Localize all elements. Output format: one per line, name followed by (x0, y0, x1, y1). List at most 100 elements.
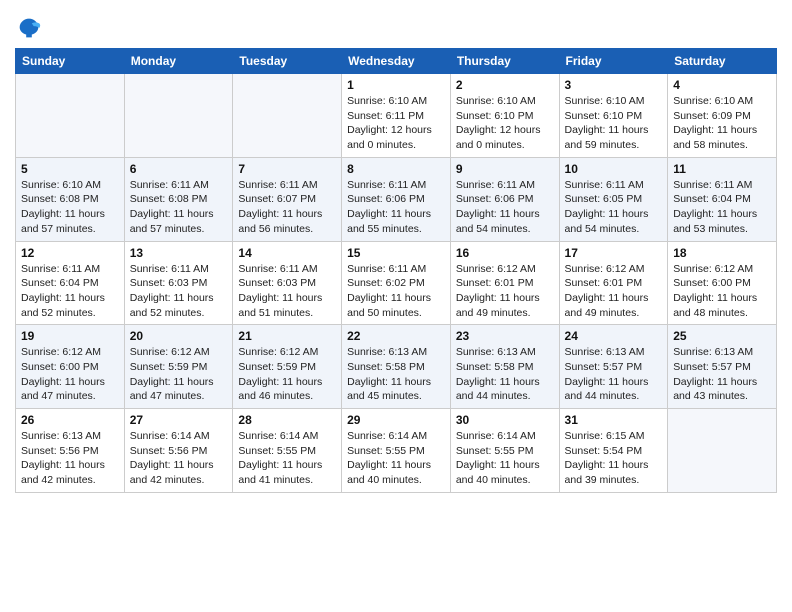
day-info: Sunrise: 6:11 AMSunset: 6:06 PMDaylight:… (347, 178, 445, 237)
day-info: Sunrise: 6:11 AMSunset: 6:04 PMDaylight:… (673, 178, 771, 237)
calendar-cell: 23 Sunrise: 6:13 AMSunset: 5:58 PMDayligh… (450, 325, 559, 409)
day-info: Sunrise: 6:10 AMSunset: 6:09 PMDaylight:… (673, 94, 771, 153)
day-number: 22 (347, 329, 445, 343)
day-info: Sunrise: 6:14 AMSunset: 5:56 PMDaylight:… (130, 429, 228, 488)
day-info: Sunrise: 6:15 AMSunset: 5:54 PMDaylight:… (565, 429, 663, 488)
day-number: 9 (456, 162, 554, 176)
calendar-header-row: SundayMondayTuesdayWednesdayThursdayFrid… (16, 49, 777, 74)
day-number: 11 (673, 162, 771, 176)
calendar-cell: 9 Sunrise: 6:11 AMSunset: 6:06 PMDaylight… (450, 157, 559, 241)
day-info: Sunrise: 6:13 AMSunset: 5:58 PMDaylight:… (456, 345, 554, 404)
day-number: 23 (456, 329, 554, 343)
weekday-header-friday: Friday (559, 49, 668, 74)
header (15, 10, 777, 42)
calendar-cell: 2 Sunrise: 6:10 AMSunset: 6:10 PMDaylight… (450, 74, 559, 158)
calendar-cell: 29 Sunrise: 6:14 AMSunset: 5:55 PMDayligh… (342, 409, 451, 493)
calendar-cell: 11 Sunrise: 6:11 AMSunset: 6:04 PMDayligh… (668, 157, 777, 241)
calendar-cell (668, 409, 777, 493)
day-info: Sunrise: 6:13 AMSunset: 5:57 PMDaylight:… (673, 345, 771, 404)
calendar-cell: 27 Sunrise: 6:14 AMSunset: 5:56 PMDayligh… (124, 409, 233, 493)
calendar-cell: 4 Sunrise: 6:10 AMSunset: 6:09 PMDaylight… (668, 74, 777, 158)
calendar-week-2: 5 Sunrise: 6:10 AMSunset: 6:08 PMDaylight… (16, 157, 777, 241)
calendar-cell (124, 74, 233, 158)
day-number: 24 (565, 329, 663, 343)
day-number: 4 (673, 78, 771, 92)
day-number: 19 (21, 329, 119, 343)
calendar-cell: 5 Sunrise: 6:10 AMSunset: 6:08 PMDaylight… (16, 157, 125, 241)
day-info: Sunrise: 6:14 AMSunset: 5:55 PMDaylight:… (238, 429, 336, 488)
calendar-cell: 1 Sunrise: 6:10 AMSunset: 6:11 PMDaylight… (342, 74, 451, 158)
day-info: Sunrise: 6:11 AMSunset: 6:07 PMDaylight:… (238, 178, 336, 237)
calendar-cell: 18 Sunrise: 6:12 AMSunset: 6:00 PMDayligh… (668, 241, 777, 325)
calendar-cell: 25 Sunrise: 6:13 AMSunset: 5:57 PMDayligh… (668, 325, 777, 409)
day-number: 27 (130, 413, 228, 427)
day-number: 20 (130, 329, 228, 343)
day-info: Sunrise: 6:11 AMSunset: 6:05 PMDaylight:… (565, 178, 663, 237)
day-info: Sunrise: 6:11 AMSunset: 6:04 PMDaylight:… (21, 262, 119, 321)
calendar-cell: 31 Sunrise: 6:15 AMSunset: 5:54 PMDayligh… (559, 409, 668, 493)
weekday-header-thursday: Thursday (450, 49, 559, 74)
day-info: Sunrise: 6:12 AMSunset: 6:01 PMDaylight:… (456, 262, 554, 321)
day-number: 8 (347, 162, 445, 176)
day-number: 17 (565, 246, 663, 260)
day-info: Sunrise: 6:10 AMSunset: 6:10 PMDaylight:… (565, 94, 663, 153)
day-number: 10 (565, 162, 663, 176)
page: SundayMondayTuesdayWednesdayThursdayFrid… (0, 0, 792, 508)
calendar-cell: 3 Sunrise: 6:10 AMSunset: 6:10 PMDaylight… (559, 74, 668, 158)
calendar-cell: 21Sunrise: 6:12 AMSunset: 5:59 PMDayligh… (233, 325, 342, 409)
calendar-cell: 10 Sunrise: 6:11 AMSunset: 6:05 PMDayligh… (559, 157, 668, 241)
day-number: 5 (21, 162, 119, 176)
calendar-cell: 24 Sunrise: 6:13 AMSunset: 5:57 PMDayligh… (559, 325, 668, 409)
calendar-cell: 26Sunrise: 6:13 AMSunset: 5:56 PMDayligh… (16, 409, 125, 493)
calendar-cell: 17 Sunrise: 6:12 AMSunset: 6:01 PMDayligh… (559, 241, 668, 325)
weekday-header-sunday: Sunday (16, 49, 125, 74)
day-number: 29 (347, 413, 445, 427)
logo-icon (15, 14, 43, 42)
weekday-header-monday: Monday (124, 49, 233, 74)
day-number: 18 (673, 246, 771, 260)
day-info: Sunrise: 6:11 AMSunset: 6:06 PMDaylight:… (456, 178, 554, 237)
calendar-cell (233, 74, 342, 158)
day-info: Sunrise: 6:12 AMSunset: 6:00 PMDaylight:… (21, 345, 119, 404)
day-info: Sunrise: 6:12 AMSunset: 5:59 PMDaylight:… (130, 345, 228, 404)
day-number: 6 (130, 162, 228, 176)
calendar-cell: 16 Sunrise: 6:12 AMSunset: 6:01 PMDayligh… (450, 241, 559, 325)
day-number: 14 (238, 246, 336, 260)
day-number: 30 (456, 413, 554, 427)
calendar-week-1: 1 Sunrise: 6:10 AMSunset: 6:11 PMDaylight… (16, 74, 777, 158)
day-info: Sunrise: 6:13 AMSunset: 5:58 PMDaylight:… (347, 345, 445, 404)
day-number: 25 (673, 329, 771, 343)
day-number: 15 (347, 246, 445, 260)
calendar-cell: 20 Sunrise: 6:12 AMSunset: 5:59 PMDayligh… (124, 325, 233, 409)
day-number: 13 (130, 246, 228, 260)
day-info: Sunrise: 6:12 AMSunset: 5:59 PMDaylight:… (238, 345, 336, 404)
weekday-header-wednesday: Wednesday (342, 49, 451, 74)
calendar-cell: 7Sunrise: 6:11 AMSunset: 6:07 PMDaylight… (233, 157, 342, 241)
day-info: Sunrise: 6:12 AMSunset: 6:00 PMDaylight:… (673, 262, 771, 321)
calendar-cell: 15 Sunrise: 6:11 AMSunset: 6:02 PMDayligh… (342, 241, 451, 325)
day-info: Sunrise: 6:14 AMSunset: 5:55 PMDaylight:… (456, 429, 554, 488)
calendar-cell: 30 Sunrise: 6:14 AMSunset: 5:55 PMDayligh… (450, 409, 559, 493)
day-info: Sunrise: 6:10 AMSunset: 6:11 PMDaylight:… (347, 94, 445, 153)
day-number: 2 (456, 78, 554, 92)
calendar-week-3: 12 Sunrise: 6:11 AMSunset: 6:04 PMDayligh… (16, 241, 777, 325)
day-number: 3 (565, 78, 663, 92)
calendar-week-5: 26Sunrise: 6:13 AMSunset: 5:56 PMDayligh… (16, 409, 777, 493)
day-info: Sunrise: 6:14 AMSunset: 5:55 PMDaylight:… (347, 429, 445, 488)
day-number: 31 (565, 413, 663, 427)
calendar-cell: 28Sunrise: 6:14 AMSunset: 5:55 PMDayligh… (233, 409, 342, 493)
day-info: Sunrise: 6:12 AMSunset: 6:01 PMDaylight:… (565, 262, 663, 321)
day-number: 12 (21, 246, 119, 260)
calendar-cell: 22 Sunrise: 6:13 AMSunset: 5:58 PMDayligh… (342, 325, 451, 409)
day-number: 26 (21, 413, 119, 427)
calendar-table: SundayMondayTuesdayWednesdayThursdayFrid… (15, 48, 777, 493)
day-info: Sunrise: 6:10 AMSunset: 6:10 PMDaylight:… (456, 94, 554, 153)
day-number: 16 (456, 246, 554, 260)
day-info: Sunrise: 6:11 AMSunset: 6:02 PMDaylight:… (347, 262, 445, 321)
day-number: 1 (347, 78, 445, 92)
day-info: Sunrise: 6:10 AMSunset: 6:08 PMDaylight:… (21, 178, 119, 237)
day-info: Sunrise: 6:11 AMSunset: 6:03 PMDaylight:… (130, 262, 228, 321)
day-info: Sunrise: 6:11 AMSunset: 6:08 PMDaylight:… (130, 178, 228, 237)
calendar-cell: 13 Sunrise: 6:11 AMSunset: 6:03 PMDayligh… (124, 241, 233, 325)
day-info: Sunrise: 6:13 AMSunset: 5:57 PMDaylight:… (565, 345, 663, 404)
